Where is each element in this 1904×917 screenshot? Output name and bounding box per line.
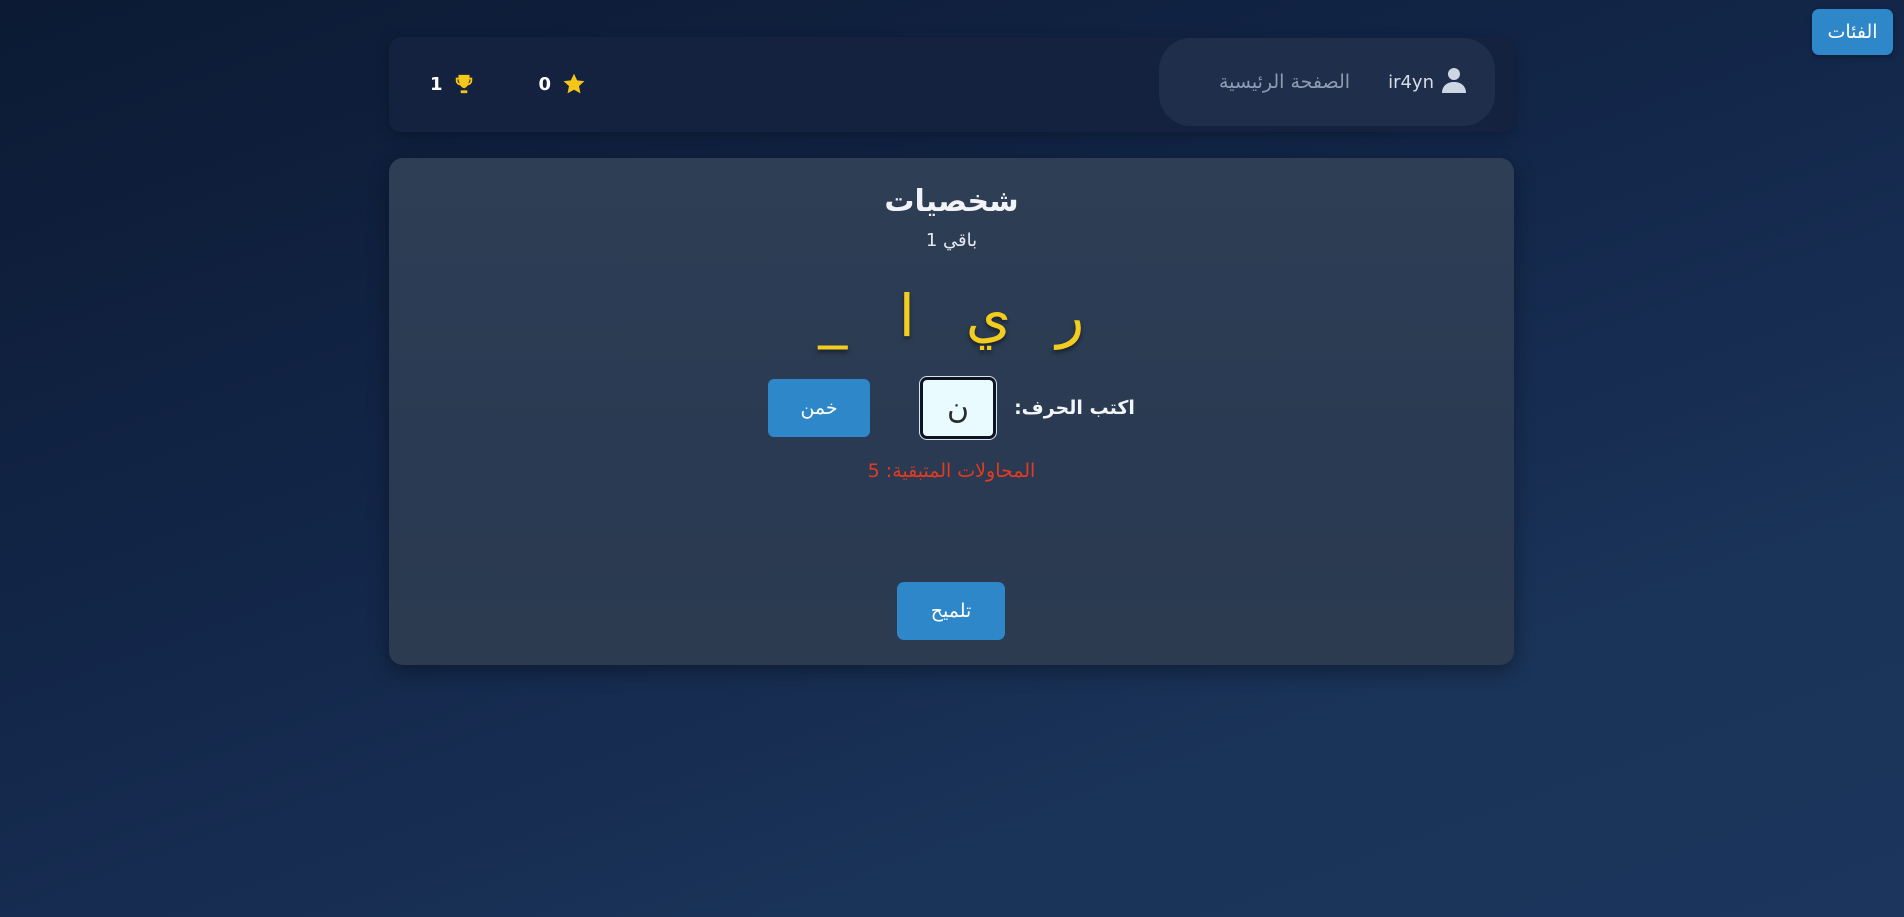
nav-home-link[interactable]: الصفحة الرئيسية [1219,71,1350,93]
trophy-icon [453,73,475,95]
guess-button[interactable]: خمن [768,379,871,437]
word-letter: _ [818,282,848,350]
username: ir4yn [1388,71,1434,93]
nav-pill: الصفحة الرئيسية ir4yn [1159,38,1495,126]
remaining-count: باقي 1 [925,230,978,251]
user-profile[interactable]: ir4yn [1388,67,1466,98]
star-icon [561,71,587,97]
score-count: 0 [538,73,552,95]
word-letter: ا [898,282,915,350]
category-title: شخصيات [884,184,1019,219]
guess-row: اكتب الحرف: خمن [389,377,1514,439]
categories-button[interactable]: الفئات [1812,9,1893,55]
trophies-stat: 1 [430,73,475,95]
word-letter: ي [965,282,1012,350]
letter-input[interactable] [920,377,997,439]
guess-label: اكتب الحرف: [1014,397,1135,419]
stats-bar: 1 0 [430,71,587,97]
hint-button[interactable]: تلميح [897,582,1005,640]
user-icon [1442,67,1466,98]
word-letter: ر [1056,282,1085,350]
trophies-count: 1 [430,73,443,95]
attempts-remaining: المحاولات المتبقية: 5 [867,460,1036,482]
score-stat: 0 [539,71,588,97]
game-card: شخصيات باقي 1 ر ي ا _ اكتب الحرف: خمن ال… [389,158,1514,665]
top-navbar: 1 0 الصفحة الرئيسية ir4yn [389,37,1514,132]
word-display: ر ي ا _ [389,276,1514,356]
